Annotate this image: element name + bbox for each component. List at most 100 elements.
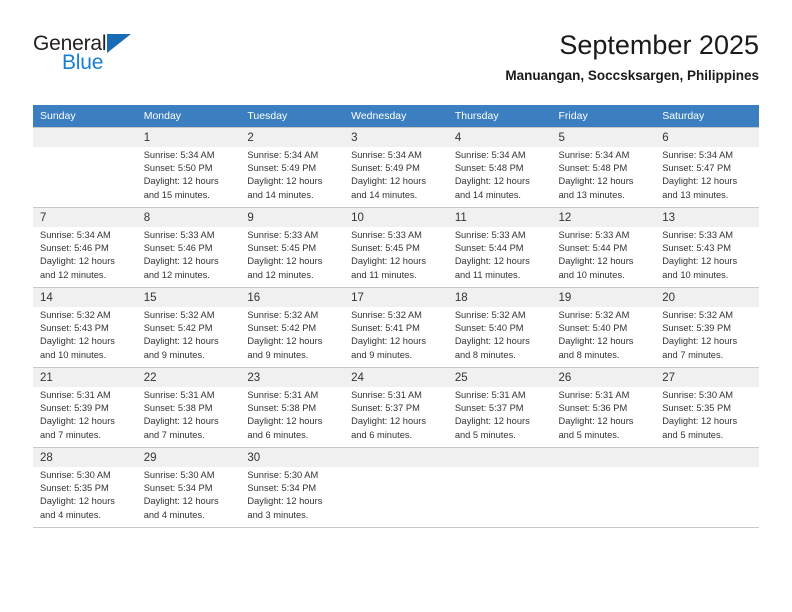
daylight-text: Daylight: 12 hours [247, 496, 323, 507]
daylight-text: Daylight: 12 hours [247, 176, 323, 187]
calendar-week-row: 28 Sunrise: 5:30 AM Sunset: 5:35 PM Dayligh… [33, 447, 759, 528]
calendar-day-cell[interactable]: 24 Sunrise: 5:31 AM Sunset: 5:37 PM Dayligh… [344, 367, 448, 448]
day-sun-details: Sunrise: 5:31 AM Sunset: 5:36 PM Daylight:… [552, 387, 656, 442]
calendar-day-cell[interactable]: 27 Sunrise: 5:30 AM Sunset: 5:35 PM Dayligh… [655, 367, 759, 448]
sunrise-text: Sunrise: 5:34 AM [454, 150, 526, 160]
day-cell-inner [551, 448, 656, 527]
day-sun-details: Sunrise: 5:32 AM Sunset: 5:40 PM Daylight:… [448, 307, 552, 362]
calendar-day-cell[interactable]: 4 Sunrise: 5:34 AM Sunset: 5:48 PM Daylight… [447, 127, 552, 208]
calendar-day-cell[interactable]: 18 Sunrise: 5:32 AM Sunset: 5:40 PM Dayligh… [447, 287, 552, 368]
day-number: 9 [247, 212, 254, 224]
sunset-text: Sunset: 5:46 PM [40, 243, 109, 254]
day-number-bar: 16 [240, 288, 345, 307]
calendar-empty-cell [551, 447, 656, 528]
day-cell-inner: 9 Sunrise: 5:33 AM Sunset: 5:45 PM Daylight… [240, 208, 345, 287]
calendar-day-cell[interactable]: 2 Sunrise: 5:34 AM Sunset: 5:49 PM Daylight… [240, 127, 345, 208]
sunset-text: Sunset: 5:40 PM [454, 323, 524, 334]
calendar-day-cell[interactable]: 28 Sunrise: 5:30 AM Sunset: 5:35 PM Dayligh… [33, 447, 137, 528]
day-number-bar: 11 [447, 208, 552, 227]
day-number: 27 [662, 372, 676, 384]
daylight-text: Daylight: 12 hours [40, 496, 115, 507]
daylight-text: Daylight: 12 hours [143, 176, 219, 187]
calendar-day-cell[interactable]: 16 Sunrise: 5:32 AM Sunset: 5:42 PM Dayligh… [240, 287, 345, 368]
sunrise-text: Sunrise: 5:33 AM [454, 230, 526, 240]
day-number-bar: 14 [33, 288, 137, 307]
day-number-bar [447, 448, 552, 467]
calendar-day-cell[interactable]: 14 Sunrise: 5:32 AM Sunset: 5:43 PM Dayligh… [33, 287, 137, 368]
calendar-day-cell[interactable]: 11 Sunrise: 5:33 AM Sunset: 5:44 PM Dayligh… [447, 207, 552, 288]
sunrise-text: Sunrise: 5:31 AM [143, 390, 215, 400]
day-cell-inner: 8 Sunrise: 5:33 AM Sunset: 5:46 PM Daylight… [136, 208, 241, 287]
sunrise-text: Sunrise: 5:34 AM [351, 150, 422, 160]
day-number-bar [33, 128, 137, 147]
calendar-day-cell[interactable]: 5 Sunrise: 5:34 AM Sunset: 5:48 PM Daylight… [551, 127, 656, 208]
day-number-bar: 6 [655, 128, 759, 147]
sunrise-text: Sunrise: 5:32 AM [143, 310, 215, 320]
calendar-day-cell[interactable]: 22 Sunrise: 5:31 AM Sunset: 5:38 PM Dayligh… [136, 367, 241, 448]
day-number: 14 [40, 292, 53, 304]
calendar-day-cell[interactable]: 21 Sunrise: 5:31 AM Sunset: 5:39 PM Dayligh… [33, 367, 137, 448]
day-cell-inner: 13 Sunrise: 5:33 AM Sunset: 5:43 PM Dayligh… [655, 208, 759, 287]
daylight-text: Daylight: 12 hours [662, 256, 738, 267]
daylight-text: Daylight: 12 hours [454, 176, 530, 187]
day-number [655, 448, 759, 453]
sunset-text: Sunset: 5:47 PM [662, 163, 731, 174]
weekday-header-friday: Friday [551, 105, 656, 128]
day-sun-details: Sunrise: 5:31 AM Sunset: 5:38 PM Daylight:… [240, 387, 344, 442]
sunset-text: Sunset: 5:40 PM [558, 323, 628, 334]
day-number: 12 [558, 212, 572, 224]
calendar-day-cell[interactable]: 3 Sunrise: 5:34 AM Sunset: 5:49 PM Daylight… [344, 127, 448, 208]
sunset-text: Sunset: 5:39 PM [40, 403, 109, 414]
calendar-day-cell[interactable]: 20 Sunrise: 5:32 AM Sunset: 5:39 PM Dayligh… [655, 287, 759, 368]
calendar-day-cell[interactable]: 8 Sunrise: 5:33 AM Sunset: 5:46 PM Daylight… [136, 207, 241, 288]
daylight-text: Daylight: 12 hours [351, 176, 427, 187]
calendar-day-cell[interactable]: 15 Sunrise: 5:32 AM Sunset: 5:42 PM Dayligh… [136, 287, 241, 368]
day-number: 7 [40, 212, 47, 224]
day-number-bar: 12 [551, 208, 656, 227]
calendar-day-cell[interactable]: 12 Sunrise: 5:33 AM Sunset: 5:44 PM Dayligh… [551, 207, 656, 288]
calendar-day-cell[interactable]: 6 Sunrise: 5:34 AM Sunset: 5:47 PM Daylight… [655, 127, 759, 208]
calendar-day-cell[interactable]: 7 Sunrise: 5:34 AM Sunset: 5:46 PM Daylight… [33, 207, 137, 288]
day-cell-inner: 4 Sunrise: 5:34 AM Sunset: 5:48 PM Daylight… [447, 128, 552, 207]
calendar-day-cell[interactable]: 10 Sunrise: 5:33 AM Sunset: 5:45 PM Dayligh… [344, 207, 448, 288]
sunrise-text: Sunrise: 5:34 AM [247, 150, 319, 160]
calendar-day-cell[interactable]: 23 Sunrise: 5:31 AM Sunset: 5:38 PM Dayligh… [240, 367, 345, 448]
sunset-text: Sunset: 5:43 PM [40, 323, 109, 334]
sunrise-text: Sunrise: 5:33 AM [351, 230, 422, 240]
daylight-text: and 5 minutes. [558, 429, 620, 440]
calendar-day-cell[interactable]: 9 Sunrise: 5:33 AM Sunset: 5:45 PM Daylight… [240, 207, 345, 288]
daylight-text: and 9 minutes. [143, 349, 205, 360]
calendar-day-cell[interactable]: 30 Sunrise: 5:30 AM Sunset: 5:34 PM Dayligh… [240, 447, 345, 528]
day-number: 10 [351, 212, 364, 224]
daylight-text: and 14 minutes. [247, 189, 314, 200]
day-number-bar: 29 [136, 448, 241, 467]
daylight-text: and 10 minutes. [558, 269, 625, 280]
calendar-day-cell[interactable]: 19 Sunrise: 5:32 AM Sunset: 5:40 PM Dayligh… [551, 287, 656, 368]
daylight-text: Daylight: 12 hours [143, 336, 219, 347]
day-number: 17 [351, 292, 364, 304]
daylight-text: and 14 minutes. [351, 189, 418, 200]
day-cell-inner [33, 128, 137, 207]
day-sun-details: Sunrise: 5:34 AM Sunset: 5:48 PM Daylight:… [552, 147, 656, 202]
day-number: 6 [662, 132, 669, 144]
day-number: 19 [558, 292, 572, 304]
sunset-text: Sunset: 5:35 PM [40, 483, 109, 494]
day-number-bar: 30 [240, 448, 345, 467]
day-sun-details: Sunrise: 5:32 AM Sunset: 5:39 PM Daylight:… [655, 307, 759, 362]
day-number: 2 [247, 132, 254, 144]
daylight-text: and 6 minutes. [351, 429, 413, 440]
sunset-text: Sunset: 5:43 PM [662, 243, 731, 254]
sunrise-text: Sunrise: 5:32 AM [662, 310, 734, 320]
calendar-day-cell[interactable]: 29 Sunrise: 5:30 AM Sunset: 5:34 PM Dayligh… [136, 447, 241, 528]
sunrise-text: Sunrise: 5:34 AM [558, 150, 630, 160]
sunset-text: Sunset: 5:36 PM [558, 403, 628, 414]
daylight-text: Daylight: 12 hours [351, 416, 427, 427]
sunrise-text: Sunrise: 5:30 AM [143, 470, 215, 480]
calendar-day-cell[interactable]: 17 Sunrise: 5:32 AM Sunset: 5:41 PM Dayligh… [344, 287, 448, 368]
calendar-day-cell[interactable]: 1 Sunrise: 5:34 AM Sunset: 5:50 PM Daylight… [136, 127, 241, 208]
day-number-bar: 23 [240, 368, 345, 387]
calendar-day-cell[interactable]: 26 Sunrise: 5:31 AM Sunset: 5:36 PM Dayligh… [551, 367, 656, 448]
day-sun-details: Sunrise: 5:30 AM Sunset: 5:34 PM Daylight:… [137, 467, 241, 522]
calendar-day-cell[interactable]: 13 Sunrise: 5:33 AM Sunset: 5:43 PM Dayligh… [655, 207, 759, 288]
calendar-day-cell[interactable]: 25 Sunrise: 5:31 AM Sunset: 5:37 PM Dayligh… [447, 367, 552, 448]
